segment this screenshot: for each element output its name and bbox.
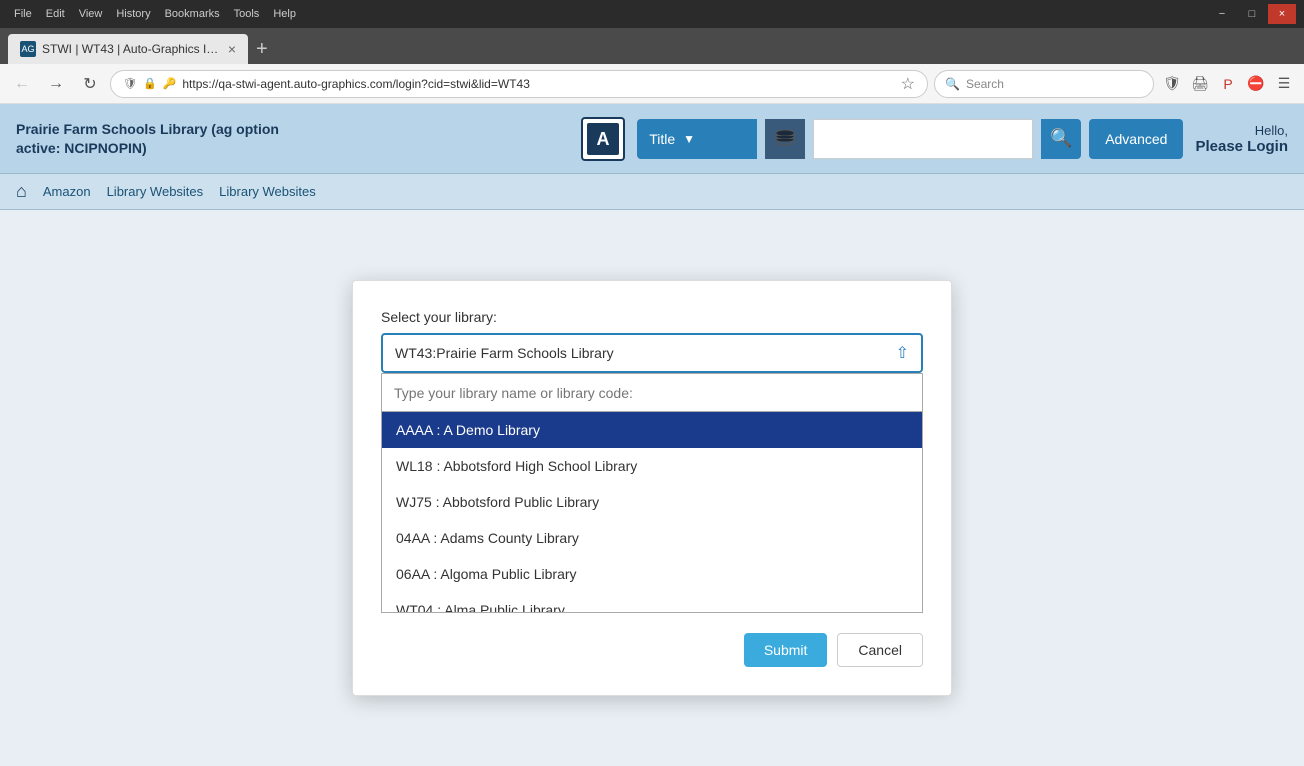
active-tab[interactable]: AG STWI | WT43 | Auto-Graphics In... × [8,34,248,64]
menu-bar: File Edit View History Bookmarks Tools H… [8,6,302,22]
nav-link-amazon[interactable]: Amazon [43,184,91,199]
menu-tools[interactable]: Tools [228,6,266,22]
browser-search-box[interactable]: 🔍 Search [934,70,1154,98]
browser-window: File Edit View History Bookmarks Tools H… [0,0,1304,766]
back-button[interactable]: ← [8,70,36,98]
tab-bar: AG STWI | WT43 | Auto-Graphics In... × + [0,28,1304,64]
library-name-line1: Prairie Farm Schools Library (ag option [16,120,569,138]
submit-button[interactable]: Submit [744,633,828,667]
library-list-item[interactable]: 04AA : Adams County Library [382,520,922,556]
menu-view[interactable]: View [73,6,109,22]
library-info: Prairie Farm Schools Library (ag option … [16,120,569,156]
refresh-button[interactable]: ↻ [76,70,104,98]
tab-close-button[interactable]: × [228,41,236,57]
search-placeholder-text: Search [966,77,1004,91]
search-button[interactable]: 🔍 [1041,119,1081,159]
hello-label: Hello, [1195,123,1288,138]
maximize-button[interactable]: □ [1238,4,1266,24]
window-controls: − □ × [1208,4,1296,24]
library-select-display[interactable]: WT43:Prairie Farm Schools Library ⇧ [381,333,923,373]
database-icon[interactable] [765,119,805,159]
address-input[interactable]: 🛡 🔒 🔑 https://qa-stwi-agent.auto-graphic… [110,70,928,98]
home-nav-icon[interactable]: ⌂ [16,181,27,202]
nav-bar: ⌂ Amazon Library Websites Library Websit… [0,174,1304,210]
pocket-icon[interactable]: 🛡 [1160,72,1184,96]
key-icon: 🔑 [163,77,177,90]
hello-section: Hello, Please Login [1195,123,1288,155]
menu-file[interactable]: File [8,6,38,22]
menu-bookmarks[interactable]: Bookmarks [159,6,226,22]
toolbar-icons: 🛡 🖨 P ⛔ ☰ [1160,72,1296,96]
security-icon: 🛡 [123,77,137,90]
search-magnifier-icon: 🔍 [1050,128,1072,149]
select-library-label: Select your library: [381,309,923,325]
menu-edit[interactable]: Edit [40,6,71,22]
library-list-item[interactable]: AAAA : A Demo Library [382,412,922,448]
minimize-button[interactable]: − [1208,4,1236,24]
ag-logo-image: A [587,123,619,155]
advanced-search-button[interactable]: Advanced [1089,119,1183,159]
url-text: https://qa-stwi-agent.auto-graphics.com/… [182,77,894,91]
main-content: Select your library: WT43:Prairie Farm S… [0,210,1304,766]
privacy-icon[interactable]: P [1216,72,1240,96]
library-dropdown: AAAA : A Demo LibraryWL18 : Abbotsford H… [381,373,923,613]
search-type-dropdown[interactable]: Title ▼ [637,119,757,159]
ag-logo: A [581,117,625,161]
selected-library-value: WT43:Prairie Farm Schools Library [395,345,614,361]
modal-actions: Submit Cancel [381,633,923,667]
tab-title: STWI | WT43 | Auto-Graphics In... [42,42,222,56]
library-list-item[interactable]: WT04 : Alma Public Library [382,592,922,612]
nav-link-library-websites-2[interactable]: Library Websites [219,184,316,199]
menu-icon[interactable]: ☰ [1272,72,1296,96]
please-login-link[interactable]: Please Login [1195,138,1288,155]
cancel-button[interactable]: Cancel [837,633,923,667]
search-glass-icon: 🔍 [945,77,960,91]
title-bar: File Edit View History Bookmarks Tools H… [0,0,1304,28]
search-type-label: Title [649,131,675,147]
library-list-item[interactable]: WL18 : Abbotsford High School Library [382,448,922,484]
address-bar: ← → ↻ 🛡 🔒 🔑 https://qa-stwi-agent.auto-g… [0,64,1304,104]
print-icon[interactable]: 🖨 [1188,72,1212,96]
library-list-item[interactable]: WJ75 : Abbotsford Public Library [382,484,922,520]
nav-link-library-websites-1[interactable]: Library Websites [107,184,204,199]
library-list: AAAA : A Demo LibraryWL18 : Abbotsford H… [382,412,922,612]
lock-icon: 🔒 [143,77,157,90]
ublock-icon[interactable]: ⛔ [1244,72,1268,96]
library-search-input[interactable] [382,374,922,412]
app-header: Prairie Farm Schools Library (ag option … [0,104,1304,174]
library-list-item[interactable]: 06AA : Algoma Public Library [382,556,922,592]
forward-button[interactable]: → [42,70,70,98]
library-select-modal: Select your library: WT43:Prairie Farm S… [352,280,952,696]
chevron-up-icon: ⇧ [896,343,909,363]
svg-text:A: A [597,129,610,149]
menu-history[interactable]: History [110,6,156,22]
tab-favicon: AG [20,41,36,57]
close-button[interactable]: × [1268,4,1296,24]
search-area: Title ▼ 🔍 Advanced [637,119,1183,159]
menu-help[interactable]: Help [267,6,302,22]
library-name-line2: active: NCIPNOPIN) [16,139,569,157]
bookmark-star-icon[interactable]: ☆ [901,74,915,94]
search-input[interactable] [813,119,1033,159]
dropdown-chevron-icon: ▼ [683,132,695,146]
new-tab-button[interactable]: + [248,34,276,64]
